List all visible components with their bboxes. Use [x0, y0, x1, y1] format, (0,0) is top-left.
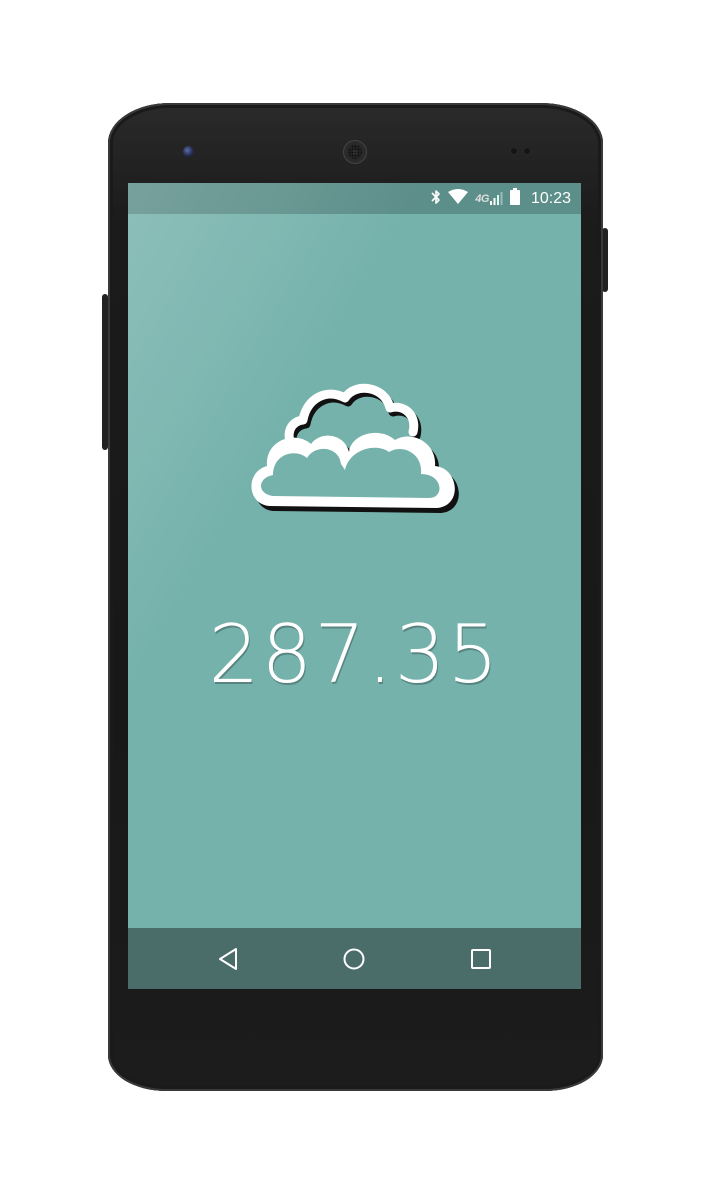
status-time: 10:23: [530, 189, 571, 207]
cell-signal-icon: [489, 192, 503, 205]
wifi-icon: [448, 189, 469, 208]
status-bar: 4G 10:23: [128, 183, 581, 214]
network-type-label: 4G: [475, 193, 489, 205]
recent-apps-icon[interactable]: [468, 946, 494, 972]
front-camera: [183, 146, 194, 157]
cloud-icon: [245, 380, 467, 522]
back-icon[interactable]: [216, 946, 242, 972]
earpiece-speaker: [343, 140, 367, 164]
home-icon[interactable]: [341, 946, 367, 972]
network-4g-icon: 4G: [475, 192, 503, 205]
screen-glare: [128, 183, 581, 989]
proximity-sensor: [510, 147, 518, 155]
battery-icon: [509, 188, 520, 209]
bluetooth-icon: [431, 189, 441, 209]
light-sensor: [523, 147, 531, 155]
screen: 4G 10:23 287.35: [128, 183, 581, 989]
navigation-bar: [128, 928, 581, 989]
sensor-value: 287.35: [208, 608, 501, 701]
